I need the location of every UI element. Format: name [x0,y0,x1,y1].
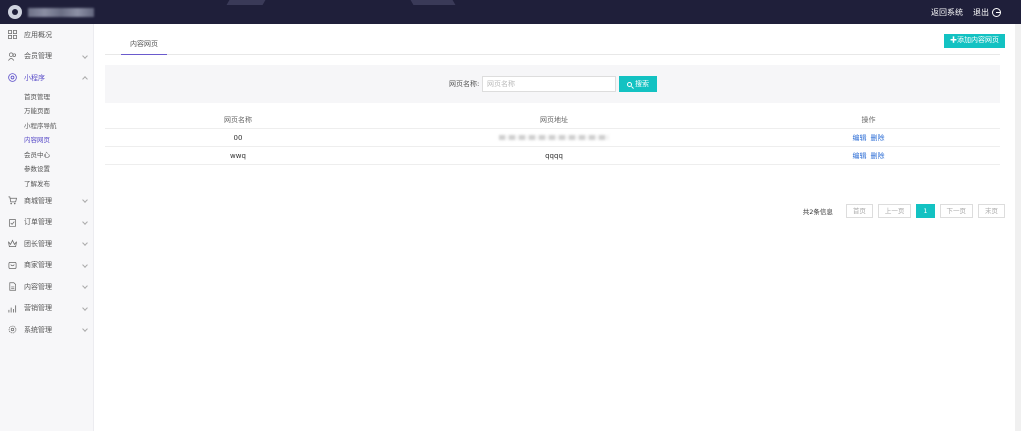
logout-label: 退出 [973,7,989,17]
sidebar-item-label: 营销管理 [24,304,52,313]
last-page-button[interactable]: 末页 [978,204,1005,218]
sidebar-item-8[interactable]: 营销管理 [0,298,93,320]
header-url: 网页地址 [540,115,568,124]
chevron-up-icon [82,76,88,82]
edit-link[interactable]: 编辑 [853,134,867,142]
search-label: 网页名称: [449,80,480,88]
chart-icon [8,304,17,313]
sidebar-item-3[interactable]: 商城管理 [0,190,93,212]
search-icon [627,81,632,87]
sidebar-subitem-2[interactable]: 小程序导航 [0,118,93,133]
search-panel: 网页名称: 搜索 [105,65,1000,103]
sidebar-subitem-1[interactable]: 万能页面 [0,103,93,118]
logout-icon [992,7,1001,17]
prev-page-button[interactable]: 上一页 [877,204,912,218]
chevron-down-icon [82,326,88,332]
top-actions: 返回系统 退出 [921,0,1001,24]
current-page-button[interactable]: 1 [916,204,935,218]
search-input[interactable] [482,76,616,92]
cell-url [371,134,737,142]
decoration [226,0,266,5]
table-row: wwq qqqq 编辑 删除 [105,147,1000,165]
brand-name-blurred [28,7,94,17]
sidebar-item-6[interactable]: 商家管理 [0,255,93,277]
back-to-system-link[interactable]: 返回系统 [931,7,963,18]
sidebar-item-5[interactable]: 团长管理 [0,233,93,255]
chevron-down-icon [82,240,88,246]
page-scrollbar[interactable] [1015,24,1021,431]
miniapp-icon [8,73,17,83]
cell-actions: 编辑 删除 [737,151,1000,161]
sidebar-item-label: 系统管理 [24,325,52,334]
document-icon [8,282,17,291]
sidebar-item-label: 应用概况 [24,30,52,39]
sidebar-item-4[interactable]: 订单管理 [0,212,93,234]
add-button-label: 添加内容网页 [957,37,999,44]
grid-icon [8,30,17,40]
chevron-down-icon [82,218,88,225]
main-content: 内容网页 ✚添加内容网页 网页名称: 搜索 网页名称 网页地址 操作 00编辑删… [105,24,1005,431]
top-bar: 返回系统 退出 [0,0,1021,24]
chevron-down-icon [82,197,88,203]
sidebar-subitem-3[interactable]: 内容网页 [0,132,93,147]
sidebar-subitem-5[interactable]: 参数设置 [0,161,93,176]
sidebar-item-label: 小程序 [24,73,45,82]
first-page-button[interactable]: 首页 [845,204,873,218]
sidebar-subitem-0[interactable]: 首页管理 [0,89,93,104]
sidebar-item-label: 商城管理 [24,196,52,205]
delete-link[interactable]: 删除 [871,134,885,142]
sidebar: 应用概况会员管理小程序首页管理 万能页面 小程序导航 内容网页 会员中心 参数设置 了解发布… [0,24,94,431]
crown-icon [8,239,17,248]
tab-content-pages[interactable]: 内容网页 [121,38,167,55]
header-actions: 操作 [861,115,876,124]
cell-name: wwq [230,151,246,160]
chevron-down-icon [82,52,88,59]
delete-link[interactable]: 删除 [871,152,885,160]
pagination: 共2条信息 首页 上一页 1 下一页 末页 [803,204,1005,218]
table-header: 网页名称 网页地址 操作 [105,111,1000,129]
sidebar-item-label: 订单管理 [24,218,52,227]
clipboard-icon [8,218,17,227]
cart-icon [8,196,17,205]
gear-icon [8,325,17,334]
next-page-button[interactable]: 下一页 [939,204,973,218]
tab-bar: 内容网页 [105,38,1000,55]
add-content-page-button[interactable]: ✚添加内容网页 [944,34,1005,48]
logout-link[interactable]: 退出 [973,7,1001,18]
sidebar-subitem-6[interactable]: 了解发布 [0,176,93,191]
sidebar-item-1[interactable]: 会员管理 [0,46,93,68]
cell-name: 00 [233,133,243,142]
search-button[interactable]: 搜索 [619,76,657,92]
table-body: 00 编辑 删除 wwq qqqq 编辑 删除 [105,129,1000,165]
sidebar-menu: 应用概况会员管理小程序首页管理 万能页面 小程序导航 内容网页 会员中心 参数设置 了解发布… [0,24,93,341]
chevron-down-icon [82,261,88,268]
sidebar-item-2[interactable]: 小程序 [0,67,93,89]
pagination-total: 共2条信息 [802,208,833,216]
header-name: 网页名称 [224,115,252,124]
sidebar-item-9[interactable]: 系统管理 [0,319,93,341]
sidebar-item-label: 团长管理 [24,239,52,248]
logo-icon [8,5,22,19]
cell-url: qqqq [545,151,563,160]
search-button-label: 搜索 [635,81,649,88]
table-row: 00 编辑 删除 [105,129,1000,147]
sidebar-item-0[interactable]: 应用概况 [0,24,93,46]
chevron-down-icon [82,304,88,311]
sidebar-item-label: 内容管理 [24,282,52,291]
users-icon [8,52,17,61]
url-blurred [499,134,609,140]
sidebar-item-7[interactable]: 内容管理 [0,276,93,298]
sidebar-item-label: 会员管理 [24,52,52,61]
edit-link[interactable]: 编辑 [853,152,867,160]
store-icon [8,261,17,270]
chevron-down-icon [82,283,88,289]
plus-icon: ✚ [950,37,957,44]
cell-actions: 编辑 删除 [737,133,1000,143]
sidebar-subitem-4[interactable]: 会员中心 [0,147,93,162]
content-pages-table: 网页名称 网页地址 操作 00 编辑 删除 wwq qqqq 编辑 删除 [105,111,1000,165]
decoration [410,0,456,5]
sidebar-item-label: 商家管理 [24,261,52,270]
